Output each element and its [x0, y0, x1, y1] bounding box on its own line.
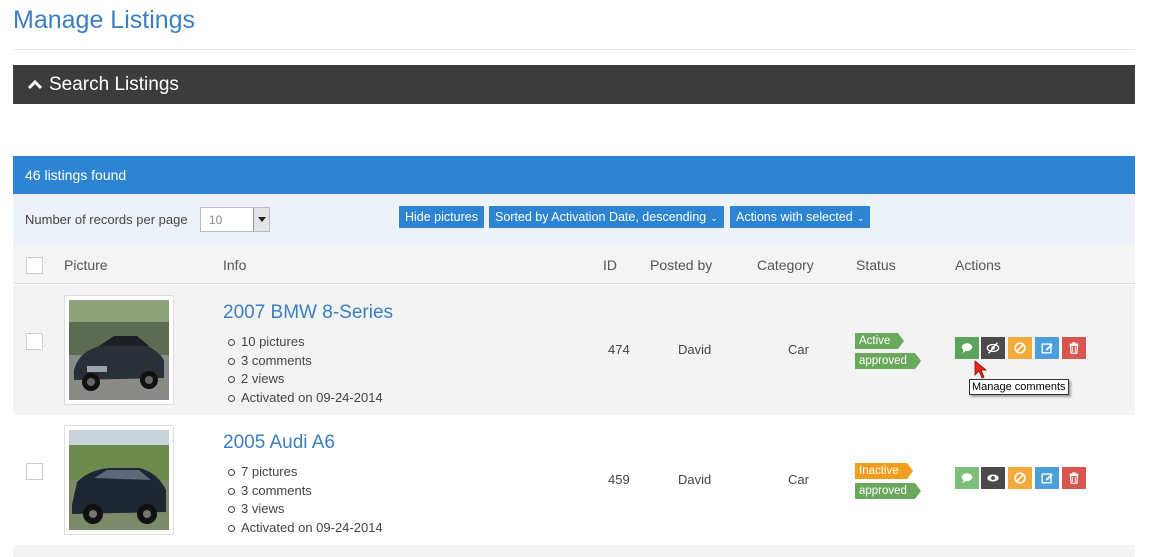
table-header: Picture Info ID Posted by Category Statu…	[13, 246, 1135, 284]
edit-icon	[1041, 473, 1053, 484]
deactivate-button[interactable]	[1008, 337, 1032, 359]
deactivate-button[interactable]	[1008, 467, 1032, 489]
listing-thumbnail[interactable]	[64, 425, 174, 535]
records-per-page-value: 10	[209, 213, 223, 227]
listing-controls: Number of records per page 10 Hide pictu…	[13, 194, 1135, 246]
listing-posted-by: David	[678, 342, 712, 357]
search-listings-toggle[interactable]: Search Listings	[13, 65, 1135, 104]
eye-slash-icon	[986, 342, 1000, 354]
listing-category: Car	[788, 472, 809, 487]
list-item: 10 pictures	[228, 333, 383, 352]
manage-comments-button[interactable]	[955, 467, 979, 489]
header-info: Info	[223, 257, 247, 273]
trash-icon	[1069, 472, 1079, 484]
actions-with-selected-label: Actions with selected	[736, 210, 853, 224]
list-item: Activated on 09-24-2014	[228, 519, 383, 538]
list-item: 3 comments	[228, 482, 383, 501]
hide-pictures-button[interactable]: Hide pictures	[399, 206, 484, 228]
trash-icon	[1069, 342, 1079, 354]
records-per-page-select[interactable]: 10	[200, 207, 270, 232]
table-row: 2007 BMW 8-Series 10 pictures 3 comments…	[13, 285, 1135, 415]
list-item: Activated on 09-24-2014	[228, 389, 383, 408]
listing-details: 7 pictures 3 comments 3 views Activated …	[228, 463, 383, 538]
actions-with-selected-dropdown[interactable]: Actions with selected ⌄	[730, 206, 871, 228]
results-count-bar: 46 listings found	[13, 156, 1135, 194]
toggle-visibility-button[interactable]	[981, 337, 1005, 359]
delete-button[interactable]	[1062, 467, 1086, 489]
header-id: ID	[603, 257, 617, 273]
list-item: 7 pictures	[228, 463, 383, 482]
manage-comments-button[interactable]	[955, 337, 979, 359]
listing-category: Car	[788, 342, 809, 357]
approval-badge: approved	[855, 483, 921, 499]
approval-badge: approved	[855, 353, 921, 369]
listing-id: 459	[608, 472, 630, 487]
listing-details: 10 pictures 3 comments 2 views Activated…	[228, 333, 383, 408]
table-row: 2005 Audi A6 7 pictures 3 comments 3 vie…	[13, 415, 1135, 545]
listing-posted-by: David	[678, 472, 712, 487]
status-badge: Active	[855, 333, 905, 349]
comment-icon	[961, 343, 973, 354]
title-divider	[13, 49, 1135, 50]
hide-pictures-label: Hide pictures	[405, 210, 478, 224]
ban-icon	[1014, 342, 1026, 354]
select-all-checkbox[interactable]	[26, 257, 43, 274]
edit-button[interactable]	[1035, 337, 1059, 359]
dropdown-arrow-icon	[253, 208, 269, 231]
sort-label: Sorted by Activation Date, descending	[495, 210, 707, 224]
chevron-down-icon: ⌄	[856, 213, 865, 223]
table-row	[13, 545, 1135, 557]
list-item: 2 views	[228, 370, 383, 389]
list-item: 3 views	[228, 500, 383, 519]
eye-icon	[987, 474, 999, 482]
results-count: 46 listings found	[25, 167, 127, 183]
ban-icon	[1014, 472, 1026, 484]
search-listings-label: Search Listings	[49, 73, 179, 95]
header-picture: Picture	[64, 257, 108, 273]
list-item: 3 comments	[228, 352, 383, 371]
sort-dropdown[interactable]: Sorted by Activation Date, descending ⌄	[489, 206, 724, 228]
listing-title-link[interactable]: 2005 Audi A6	[223, 432, 335, 454]
edit-button[interactable]	[1035, 467, 1059, 489]
row-checkbox[interactable]	[26, 333, 43, 350]
listing-title-link[interactable]: 2007 BMW 8-Series	[223, 302, 393, 324]
comment-icon	[961, 473, 973, 484]
page-title: Manage Listings	[13, 6, 196, 34]
records-per-page-label: Number of records per page	[25, 212, 188, 227]
edit-icon	[1041, 343, 1053, 354]
delete-button[interactable]	[1062, 337, 1086, 359]
car-photo-icon	[69, 430, 169, 530]
listing-id: 474	[608, 342, 630, 357]
chevron-down-icon: ⌄	[710, 213, 718, 223]
status-badge: Inactive	[855, 463, 913, 479]
header-posted-by: Posted by	[650, 257, 713, 273]
header-category: Category	[757, 257, 814, 273]
toggle-visibility-button[interactable]	[981, 467, 1005, 489]
chevron-up-icon	[27, 79, 43, 89]
row-checkbox[interactable]	[26, 463, 43, 480]
manage-comments-tooltip: Manage comments	[969, 379, 1069, 395]
header-status: Status	[856, 257, 896, 273]
header-actions: Actions	[955, 257, 1001, 273]
listing-thumbnail[interactable]	[64, 295, 174, 405]
car-photo-icon	[69, 300, 169, 400]
